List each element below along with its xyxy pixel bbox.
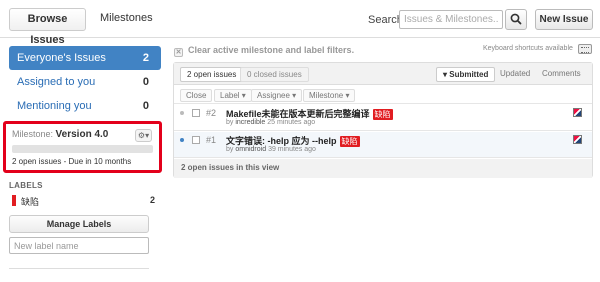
new-label-input[interactable] — [9, 237, 149, 254]
milestone-meta: 2 open issues - Due in 10 months — [12, 157, 131, 166]
label-count: 2 — [149, 195, 155, 205]
manage-labels-button[interactable]: Manage Labels — [9, 215, 149, 233]
label-color-swatch — [12, 195, 16, 206]
milestone-progress-bar — [12, 145, 153, 153]
bulk-actions-row: Close Label ▾ Assignee ▾ Milestone ▾ — [174, 86, 592, 104]
sidebar-divider — [9, 268, 149, 269]
assignee-dropdown[interactable]: Assignee ▾ — [251, 89, 303, 102]
filter-mentioning-you[interactable]: Mentioning you 0 — [9, 94, 161, 118]
filter-everyones-issues[interactable]: Everyone's Issues 2 — [9, 46, 161, 70]
milestone-prefix: Milestone: — [12, 129, 54, 139]
tab-open-issues[interactable]: 2 open issues — [180, 67, 244, 82]
issue-by: by — [226, 119, 234, 126]
milestone-due: Due in 10 months — [68, 157, 132, 166]
milestone-open-issues: 2 open issues — [12, 157, 62, 166]
keyboard-icon — [578, 44, 592, 54]
milestone-dropdown[interactable]: Milestone ▾ — [303, 89, 356, 102]
avatar[interactable] — [573, 135, 582, 144]
milestone-name: Version 4.0 — [55, 129, 109, 140]
issue-label-badge[interactable]: 缺陷 — [372, 109, 393, 120]
tab-browse-issues[interactable]: Browse Issues — [9, 8, 86, 46]
issue-number: #1 — [206, 135, 217, 145]
filter-count: 0 — [142, 100, 149, 112]
unread-dot — [180, 138, 184, 142]
issue-title: 文字错误: -help 应为 --help — [226, 136, 337, 146]
magnifier-icon — [510, 13, 522, 25]
milestone-title[interactable]: Milestone: Version 4.0 — [12, 129, 108, 140]
issues-footer: 2 open issues in this view — [174, 159, 592, 178]
gear-icon[interactable]: ⚙▾ — [135, 129, 152, 142]
sort-updated[interactable]: Updated — [500, 67, 530, 82]
issue-author[interactable]: incredible — [235, 119, 265, 126]
filter-label: Assigned to you — [17, 76, 96, 88]
issue-meta: by incredible 25 minutes ago — [226, 119, 315, 126]
label-item[interactable]: 缺陷 2 — [9, 194, 155, 208]
issue-label-badge[interactable]: 缺陷 — [339, 136, 360, 147]
issue-author[interactable]: omnidroid — [235, 146, 266, 153]
issue-checkbox[interactable] — [192, 136, 200, 144]
issue-row[interactable]: #2 Makefile未能在版本更新后完整编译 缺陷 by incredible … — [174, 105, 592, 131]
close-issues-button[interactable]: Close — [180, 89, 213, 102]
filter-label: Mentioning you — [17, 100, 92, 112]
issue-by: by — [226, 146, 234, 153]
issue-time: 25 minutes ago — [267, 119, 316, 126]
label-dropdown[interactable]: Label ▾ — [214, 89, 252, 102]
issue-meta: by omnidroid 39 minutes ago — [226, 146, 316, 153]
new-issue-button[interactable]: New Issue — [535, 9, 593, 30]
issue-time: 39 minutes ago — [268, 146, 316, 153]
unread-dot — [180, 111, 184, 115]
milestone-box: Milestone: Version 4.0 ⚙▾ 2 open issues … — [3, 121, 162, 173]
filter-label: Everyone's Issues — [17, 52, 106, 64]
filter-count: 0 — [142, 76, 149, 88]
avatar[interactable] — [573, 108, 582, 117]
clear-filters-label: Clear active milestone and label filters… — [188, 45, 355, 55]
sort-comments[interactable]: Comments — [542, 67, 581, 82]
issues-panel-header: 2 open issues 0 closed issues ▾ Submitte… — [174, 63, 592, 85]
label-name: 缺陷 — [21, 197, 40, 207]
close-icon: ✕ — [174, 48, 183, 57]
clear-filters-link[interactable]: ✕ Clear active milestone and label filter… — [174, 45, 354, 57]
filter-assigned-to-you[interactable]: Assigned to you 0 — [9, 70, 161, 94]
issue-row[interactable]: #1 文字错误: -help 应为 --help 缺陷 by omnidroid … — [174, 132, 592, 158]
issue-number: #2 — [206, 108, 217, 118]
filter-count: 2 — [142, 52, 149, 64]
tab-milestones[interactable]: Milestones — [90, 8, 163, 31]
top-bar: Browse Issues Milestones Search: New Iss… — [0, 0, 600, 46]
search-button[interactable] — [505, 9, 527, 30]
issue-title: Makefile未能在版本更新后完整编译 — [226, 109, 370, 119]
issues-panel: 2 open issues 0 closed issues ▾ Submitte… — [173, 62, 593, 178]
labels-heading: LABELS — [9, 181, 43, 190]
issue-checkbox[interactable] — [192, 109, 200, 117]
keyboard-shortcuts-hint[interactable]: Keyboard shortcuts available — [483, 45, 573, 52]
sort-submitted[interactable]: ▾ Submitted — [436, 67, 496, 82]
tab-closed-issues[interactable]: 0 closed issues — [240, 67, 309, 82]
search-input[interactable] — [399, 10, 503, 29]
